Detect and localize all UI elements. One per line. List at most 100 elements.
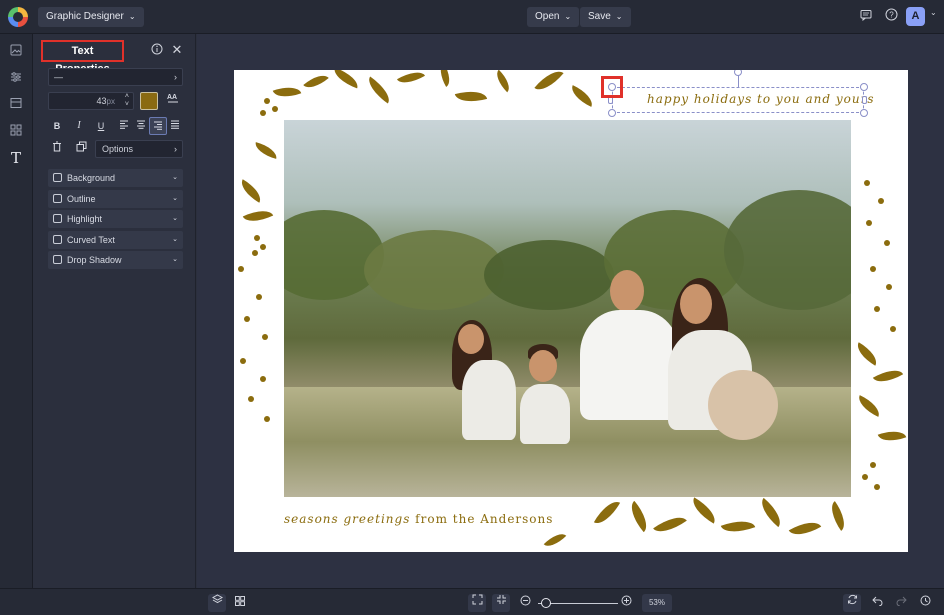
options-label: Options [102, 144, 134, 154]
outline-checkbox[interactable] [53, 194, 62, 203]
berry-decoration [256, 294, 262, 300]
section-highlight[interactable]: Highlight ⌄ [48, 210, 183, 228]
font-size-input[interactable]: 43px ˄ ˅ [48, 92, 134, 110]
section-outline[interactable]: Outline ⌄ [48, 190, 183, 208]
section-label: Drop Shadow [67, 255, 122, 265]
berry-decoration [264, 98, 270, 104]
chevron-down-icon: ⌄ [564, 12, 572, 21]
berry-decoration [264, 416, 270, 422]
leaf-decoration [720, 514, 756, 539]
underline-button[interactable]: U [92, 117, 110, 135]
section-background[interactable]: Background ⌄ [48, 169, 183, 187]
tree-shape [364, 230, 504, 310]
align-center-button[interactable] [132, 117, 150, 135]
options-button[interactable]: Options › [95, 140, 183, 158]
align-right-button[interactable] [149, 117, 167, 135]
history-icon[interactable] [917, 594, 933, 612]
text-transform-icon[interactable]: AA [164, 92, 182, 110]
leaf-decoration [593, 496, 621, 529]
berry-decoration [252, 250, 258, 256]
italic-button[interactable]: I [70, 117, 88, 135]
text-tool-icon[interactable]: T [8, 150, 24, 166]
tree-shape [724, 190, 851, 310]
leaf-decoration [567, 85, 597, 107]
info-icon[interactable] [150, 43, 164, 57]
actual-size-icon[interactable] [492, 594, 510, 612]
panel-title: Text Properties [41, 40, 124, 75]
adjustments-icon[interactable] [8, 71, 24, 87]
leaf-decoration [330, 70, 362, 89]
text-color-swatch[interactable] [140, 92, 158, 110]
save-button[interactable]: Save ⌄ [580, 7, 631, 27]
grid-icon[interactable] [232, 594, 248, 612]
trash-icon[interactable] [48, 140, 66, 158]
greeting-bottom-text[interactable]: seasons greetings from the Andersons [284, 512, 553, 526]
font-size-stepper-icon[interactable]: ˄ ˅ [125, 93, 129, 109]
close-icon[interactable]: ✕ [170, 43, 184, 57]
selection-box[interactable] [612, 87, 864, 113]
undo-icon[interactable] [869, 594, 885, 612]
help-icon[interactable]: ? [881, 7, 901, 27]
layers-icon[interactable] [208, 594, 226, 612]
person-body [580, 310, 680, 420]
comments-icon[interactable] [856, 7, 876, 27]
text-properties-panel: Text Properties ✕ — › 43px ˄˅ AA B I U O… [33, 34, 196, 615]
rotate-handle[interactable] [734, 70, 742, 76]
elements-icon[interactable] [8, 124, 24, 140]
zoom-in-icon[interactable] [618, 594, 634, 612]
tool-rail: T [0, 34, 33, 615]
bold-button[interactable]: B [48, 117, 66, 135]
holiday-card[interactable]: happy holidays to you and yours seasons … [234, 70, 908, 552]
svg-text:?: ? [889, 10, 894, 19]
person-body [520, 384, 570, 444]
berry-decoration [862, 474, 868, 480]
leaf-decoration [687, 497, 721, 524]
section-drop-shadow[interactable]: Drop Shadow ⌄ [48, 251, 183, 269]
leaf-decoration [852, 342, 882, 366]
section-curved-text[interactable]: Curved Text ⌄ [48, 231, 183, 249]
zoom-out-icon[interactable] [517, 594, 533, 612]
duplicate-icon[interactable] [72, 140, 90, 158]
chevron-down-icon: ⌄ [615, 12, 623, 21]
app-menu-label: Graphic Designer [46, 11, 124, 22]
align-justify-button[interactable] [166, 117, 184, 135]
layout-icon[interactable] [8, 97, 24, 113]
resize-handle[interactable] [860, 83, 868, 91]
open-button[interactable]: Open ⌄ [527, 7, 580, 27]
chevron-down-icon: ⌄ [172, 195, 178, 202]
align-left-button[interactable] [115, 117, 133, 135]
leaf-decoration [435, 70, 455, 88]
berry-decoration [240, 358, 246, 364]
chevron-down-icon: ⌄ [172, 236, 178, 243]
section-label: Curved Text [67, 235, 115, 245]
zoom-slider-handle[interactable] [541, 598, 551, 608]
font-family-select[interactable]: — › [48, 68, 183, 86]
resize-handle[interactable] [862, 96, 867, 104]
family-photo[interactable] [284, 120, 851, 497]
berry-decoration [878, 198, 884, 204]
leaf-decoration [252, 142, 280, 159]
app-menu-button[interactable]: Graphic Designer ⌄ [38, 7, 144, 27]
person-head [529, 350, 557, 382]
zoom-level[interactable]: 53% [642, 594, 672, 612]
font-family-value: — [54, 72, 63, 82]
refresh-icon[interactable] [843, 594, 861, 612]
background-checkbox[interactable] [53, 173, 62, 182]
highlight-checkbox[interactable] [53, 214, 62, 223]
redo-icon[interactable] [893, 594, 909, 612]
resize-handle[interactable] [608, 109, 616, 117]
leaf-decoration [272, 81, 302, 103]
fit-screen-icon[interactable] [468, 594, 486, 612]
curved-text-checkbox[interactable] [53, 235, 62, 244]
image-icon[interactable] [8, 44, 24, 60]
leaf-decoration [788, 515, 822, 542]
avatar[interactable]: A [906, 7, 925, 26]
app-logo[interactable] [8, 7, 28, 27]
chevron-down-icon[interactable]: ⌄ [930, 8, 937, 17]
resize-handle[interactable] [860, 109, 868, 117]
chevron-right-icon: › [174, 72, 177, 82]
tree-shape [484, 240, 614, 310]
drop-shadow-checkbox[interactable] [53, 255, 62, 264]
leaf-decoration [534, 70, 564, 97]
canvas-area[interactable]: happy holidays to you and yours seasons … [197, 34, 944, 588]
